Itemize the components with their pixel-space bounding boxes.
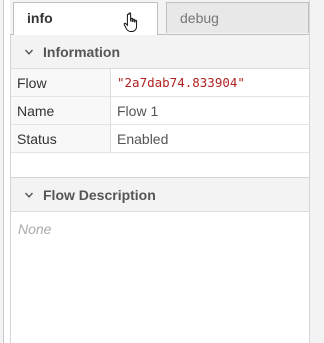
flow-name-value: Flow 1 <box>110 96 310 125</box>
section-divider <box>11 153 311 178</box>
property-key: Status <box>11 124 111 153</box>
hand-cursor-icon <box>123 12 138 32</box>
sidebar-left-edge <box>0 0 4 343</box>
flow-description-text: None <box>18 221 52 237</box>
flow-description-section-title: Flow Description <box>43 186 156 203</box>
property-key: Flow <box>11 69 111 97</box>
scrollbar-track[interactable] <box>309 0 324 343</box>
chevron-down-icon <box>24 192 34 198</box>
information-section-header[interactable]: Information <box>11 35 311 69</box>
property-key: Name <box>11 96 111 125</box>
sidebar-tab-bar: info debug <box>10 0 310 35</box>
table-row: Status Enabled <box>11 124 310 153</box>
flow-properties-table: Flow "2a7dab74.833904" Name Flow 1 Statu… <box>11 69 310 153</box>
chevron-down-icon <box>24 49 34 55</box>
information-section-title: Information <box>43 43 120 60</box>
tab-debug-label: debug <box>180 10 219 26</box>
info-panel: Information Flow "2a7dab74.833904" Name … <box>10 35 311 343</box>
table-row: Flow "2a7dab74.833904" <box>11 69 310 97</box>
flow-status-value: Enabled <box>110 124 310 153</box>
table-row: Name Flow 1 <box>11 96 310 125</box>
flow-id-value: "2a7dab74.833904" <box>110 69 310 97</box>
tab-debug[interactable]: debug <box>166 2 309 33</box>
flow-description-section-header[interactable]: Flow Description <box>11 178 311 212</box>
tab-info-label: info <box>27 10 53 26</box>
